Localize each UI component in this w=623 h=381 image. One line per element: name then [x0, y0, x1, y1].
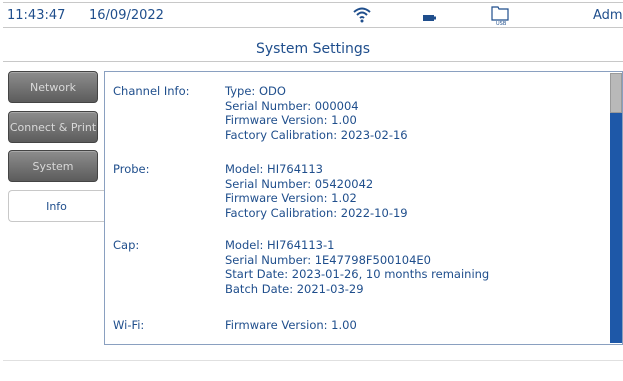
cap-batch-date: Batch Date: 2021-03-29 — [225, 281, 364, 296]
scrollbar-thumb[interactable] — [610, 73, 622, 113]
probe-values: Model: HI764113 Serial Number: 05420042 … — [225, 162, 605, 220]
probe-calibration: Factory Calibration: 2022-10-19 — [225, 205, 408, 220]
probe-model: Model: HI764113 — [225, 162, 323, 176]
cap-values: Model: HI764113-1 Serial Number: 1E47798… — [225, 238, 605, 296]
cap-start-date: Start Date: 2023-01-26, 10 months remain… — [225, 267, 490, 281]
cap-label: Cap: — [113, 238, 140, 252]
channel-info-label: Channel Info: — [113, 84, 190, 98]
page-title: System Settings — [3, 38, 623, 62]
cap-serial: Serial Number: 1E47798F500104E0 — [225, 252, 431, 267]
user-name[interactable]: Admi — [593, 8, 623, 23]
status-time: 11:43:47 — [7, 8, 66, 23]
wifi-label: Wi-Fi: — [113, 318, 145, 332]
divider — [3, 360, 623, 361]
tab-network[interactable]: Network — [8, 71, 98, 103]
tab-system[interactable]: System — [8, 150, 98, 182]
wifi-values: Firmware Version: 1.00 — [225, 318, 605, 333]
scrollbar-track[interactable] — [610, 73, 622, 343]
channel-firmware: Firmware Version: 1.00 — [225, 113, 357, 127]
battery-icon — [423, 11, 437, 26]
tab-info[interactable]: Info — [8, 190, 104, 222]
status-date: 16/09/2022 — [89, 8, 164, 23]
probe-serial: Serial Number: 05420042 — [225, 176, 374, 191]
probe-label: Probe: — [113, 162, 150, 176]
channel-info-values: Type: ODO Serial Number: 000004 Firmware… — [225, 84, 605, 142]
folder-icon[interactable]: USB — [491, 4, 509, 30]
channel-calibration: Factory Calibration: 2023-02-16 — [225, 127, 408, 142]
probe-firmware: Firmware Version: 1.02 — [225, 191, 357, 205]
wifi-icon — [353, 6, 371, 28]
svg-text:USB: USB — [496, 21, 507, 26]
channel-serial: Serial Number: 000004 — [225, 98, 359, 113]
cap-model: Model: HI764113-1 — [225, 238, 335, 252]
status-bar: 11:43:47 16/09/2022 USB Admi — [3, 2, 623, 28]
channel-type: Type: ODO — [225, 84, 286, 98]
tab-connect-print[interactable]: Connect & Print — [8, 111, 98, 143]
wifi-firmware: Firmware Version: 1.00 — [225, 318, 357, 332]
info-panel: Channel Info: Type: ODO Serial Number: 0… — [104, 71, 623, 345]
